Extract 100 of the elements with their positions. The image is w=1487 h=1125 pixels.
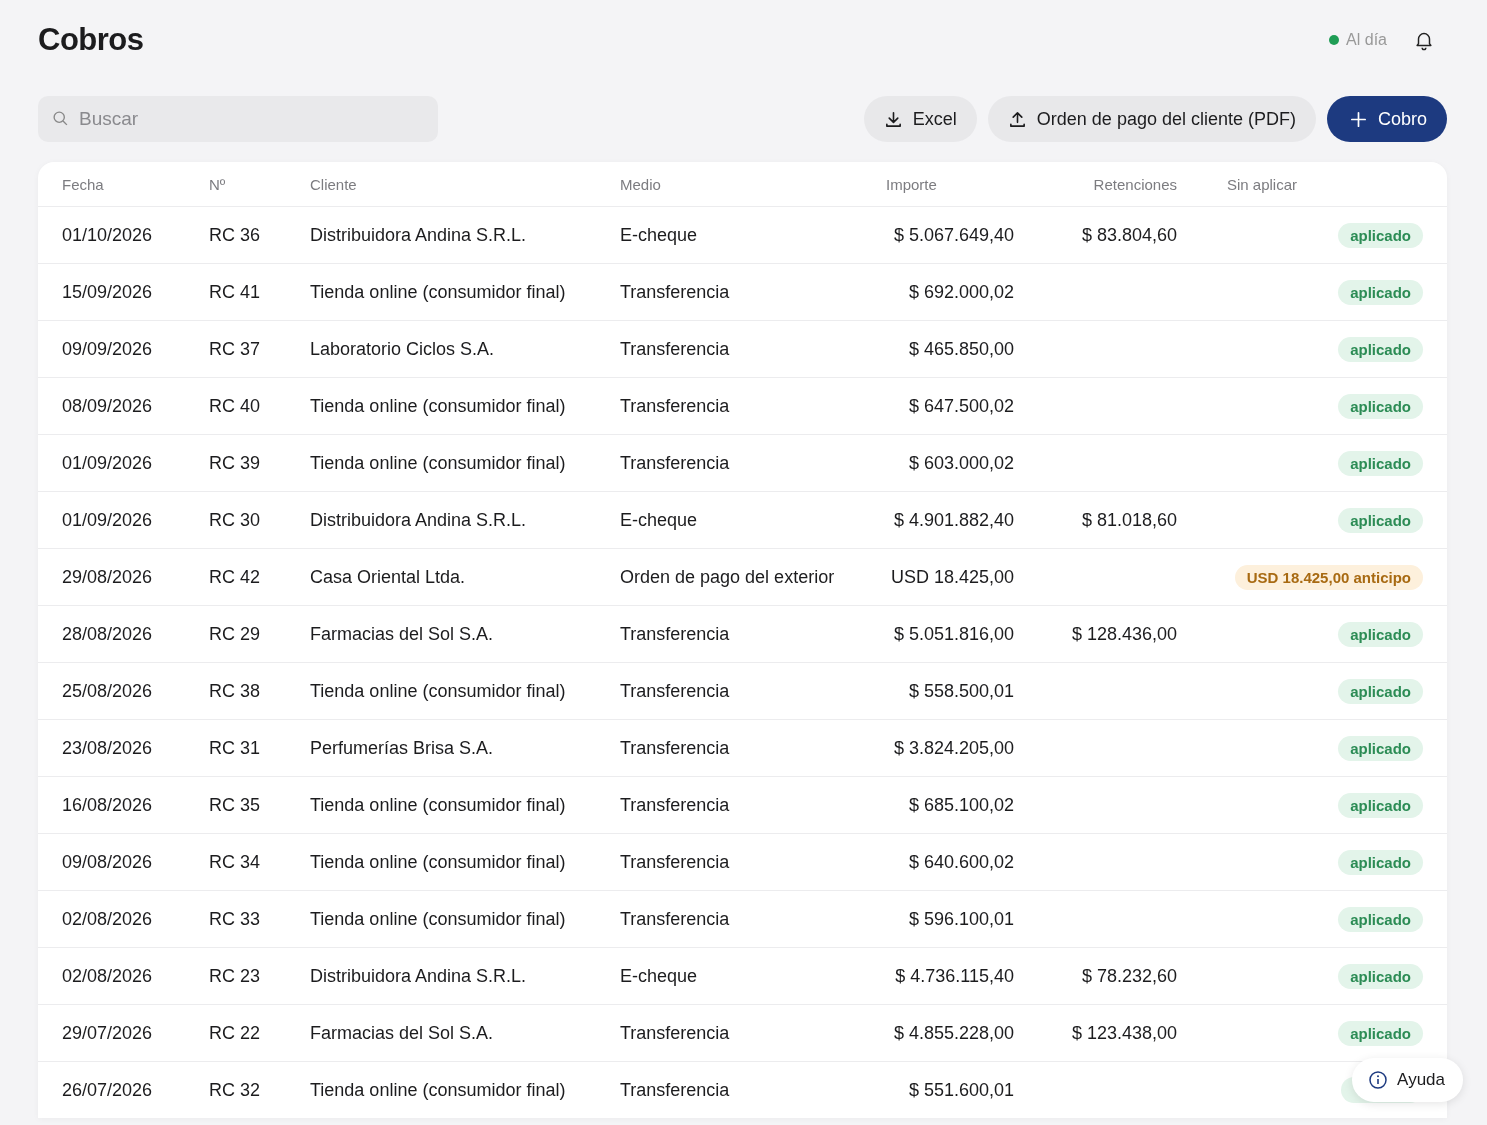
table-cell-text: Farmacias del Sol S.A.: [310, 623, 495, 645]
plus-icon: [1348, 109, 1368, 129]
table-cell-text: 29/07/2026: [62, 1022, 154, 1044]
table-cell-text: $ 692.000,02: [907, 281, 1014, 303]
table-cell-text: Casa Oriental Ltda.: [310, 566, 467, 588]
table-cell-text: $ 647.500,02: [907, 395, 1014, 417]
table-cell-text: RC 41: [209, 281, 262, 303]
table-cell-text: RC 30: [209, 509, 262, 531]
new-button[interactable]: Cobro: [1326, 96, 1447, 142]
table-cell-text: Orden de pago del exterior: [620, 566, 836, 588]
table-cell-text: $ 4.855.228,00: [892, 1022, 1014, 1044]
table-cell-text: Laboratorio Ciclos S.A.: [310, 338, 496, 360]
table-cell-text: 16/08/2026: [62, 794, 154, 816]
table-cell-text: $ 81.018,60: [1080, 509, 1177, 531]
status-badge: aplicado: [1338, 507, 1423, 533]
table-cell-text: Transferencia: [620, 737, 731, 759]
status-badge: aplicado: [1338, 792, 1423, 818]
table-cell-text: Transferencia: [620, 338, 731, 360]
help-button[interactable]: Ayuda: [1352, 1058, 1463, 1102]
column-header[interactable]: Cliente: [310, 175, 357, 193]
table-cell-text: E-cheque: [620, 224, 699, 246]
table-cell-text: Transferencia: [620, 1079, 731, 1101]
table-cell-text: RC 35: [209, 794, 262, 816]
table-cell-text: $ 685.100,02: [907, 794, 1014, 816]
table-cell-text: E-cheque: [620, 509, 699, 531]
table-cell-text: RC 34: [209, 851, 262, 873]
table-cell-text: $ 4.736.115,40: [894, 965, 1014, 987]
page-title: Cobros: [38, 22, 144, 58]
table-cell-text: E-cheque: [620, 965, 699, 987]
table-cell-text: Tienda online (consumidor final): [310, 794, 567, 816]
table-cell-text: Transferencia: [620, 794, 731, 816]
table-cell-text: Distribuidora Andina S.R.L.: [310, 965, 528, 987]
column-header[interactable]: Importe: [886, 175, 937, 193]
table-cell-text: $ 551.600,01: [907, 1079, 1014, 1101]
status-badge: aplicado: [1338, 222, 1423, 248]
status-badge: USD 18.425,00 anticipo: [1234, 564, 1423, 590]
table-cell-text: Tienda online (consumidor final): [310, 452, 567, 474]
table-cell-text: $ 123.438,00: [1070, 1022, 1177, 1044]
column-header[interactable]: Nº: [209, 175, 226, 193]
table-cell-text: RC 31: [209, 737, 262, 759]
table-cell-text: Distribuidora Andina S.R.L.: [310, 509, 528, 531]
table-cell-text: Tienda online (consumidor final): [310, 281, 567, 303]
table-cell-text: Tienda online (consumidor final): [310, 1079, 567, 1101]
table-cell-text: RC 39: [209, 452, 262, 474]
status-badge: aplicado: [1338, 336, 1423, 362]
table-cell-text: $ 5.067.649,40: [892, 224, 1014, 246]
table-cell-text: 02/08/2026: [62, 965, 154, 987]
export-button[interactable]: Excel: [863, 96, 977, 142]
table-cell-text: RC 40: [209, 395, 262, 417]
table-cell-text: $ 465.850,00: [907, 338, 1014, 360]
column-header[interactable]: Fecha: [62, 175, 104, 193]
column-header[interactable]: Medio: [620, 175, 661, 193]
table-cell-text: Tienda online (consumidor final): [310, 908, 567, 930]
table-cell-text: Farmacias del Sol S.A.: [310, 1022, 495, 1044]
status-badge: aplicado: [1338, 393, 1423, 419]
table-cell-text: RC 42: [209, 566, 262, 588]
table-cell-text: Tienda online (consumidor final): [310, 395, 567, 417]
column-header[interactable]: Sin aplicar: [1177, 175, 1298, 193]
table-cell-text: Transferencia: [620, 623, 731, 645]
status-badge: aplicado: [1338, 279, 1423, 305]
table-cell-text: Perfumerías Brisa S.A.: [310, 737, 495, 759]
table-cell-text: Transferencia: [620, 395, 731, 417]
table-cell-text: 26/07/2026: [62, 1079, 154, 1101]
table-cell-text: RC 22: [209, 1022, 262, 1044]
table-cell-text: 15/09/2026: [62, 281, 154, 303]
table-cell-text: Transferencia: [620, 452, 731, 474]
table-cell-text: $ 5.051.816,00: [892, 623, 1014, 645]
table-cell-text: 09/08/2026: [62, 851, 154, 873]
table-cell-text: $ 3.824.205,00: [892, 737, 1014, 759]
column-header[interactable]: Retenciones: [1093, 175, 1177, 193]
table-cell-text: RC 32: [209, 1079, 262, 1101]
upload-icon: [1007, 109, 1027, 129]
table-cell-text: RC 33: [209, 908, 262, 930]
upload-button[interactable]: Orden de pago del cliente (PDF): [987, 96, 1316, 142]
table-cell-text: 28/08/2026: [62, 623, 154, 645]
status-badge: aplicado: [1338, 678, 1423, 704]
table-cell-text: Tienda online (consumidor final): [310, 851, 567, 873]
sync-status: Al día: [1329, 31, 1387, 49]
table-cell-text: 01/09/2026: [62, 509, 154, 531]
table-cell-text: 01/09/2026: [62, 452, 154, 474]
download-icon: [883, 109, 903, 129]
table-cell-text: Transferencia: [620, 680, 731, 702]
table-cell-text: 09/09/2026: [62, 338, 154, 360]
status-badge: aplicado: [1338, 735, 1423, 761]
status-badge: aplicado: [1338, 1020, 1423, 1046]
table-cell-text: $ 558.500,01: [907, 680, 1014, 702]
search-field[interactable]: Buscar: [38, 96, 438, 142]
table-cell-text: Tienda online (consumidor final): [310, 680, 567, 702]
table-cell-text: $ 640.600,02: [907, 851, 1014, 873]
info-icon: [1368, 1070, 1389, 1090]
table-cell-text: RC 36: [209, 224, 262, 246]
table-cell-text: RC 29: [209, 623, 262, 645]
table-cell-text: RC 37: [209, 338, 262, 360]
table-cell-text: $ 128.436,00: [1070, 623, 1177, 645]
status-badge: aplicado: [1338, 963, 1423, 989]
table-cell-text: $ 596.100,01: [907, 908, 1014, 930]
table-cell-text: 08/09/2026: [62, 395, 154, 417]
table-cell-text: 25/08/2026: [62, 680, 154, 702]
table-cell-text: Transferencia: [620, 851, 731, 873]
table-cell-text: 01/10/2026: [62, 224, 154, 246]
